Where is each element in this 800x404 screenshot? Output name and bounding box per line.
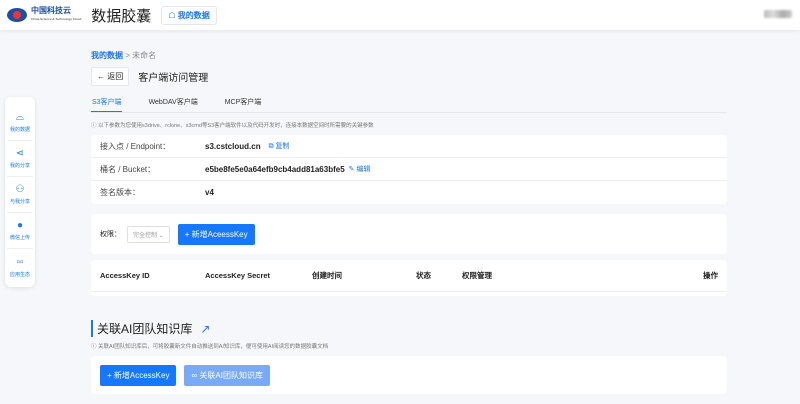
apps-icon: ▫▫ xyxy=(16,256,24,268)
sidebar: ⌓ 我的数据 ⋖ 我的分享 ⚇ 与我分享 ● 微信上传 ▫▫ 应用生态 xyxy=(5,97,35,287)
ai-section-title: 关联AI团队知识库 ↗ xyxy=(91,320,727,337)
back-button[interactable]: ← 返回 xyxy=(91,67,130,86)
user-avatar[interactable] xyxy=(764,10,792,18)
breadcrumb: 我的数据 > 未命名 xyxy=(91,51,157,60)
page-title: 客户端访问管理 xyxy=(138,73,209,84)
logo-mark xyxy=(7,8,27,22)
drive-icon: ⌓ xyxy=(16,112,24,123)
tab-mcp[interactable]: MCP客户端 xyxy=(224,97,262,112)
params-card: 接入点 / Endpoint： s3.cstcloud.cn ⧉ 复制 桶名 / B… xyxy=(91,135,727,204)
my-data-button[interactable]: ☖ 我的数据 xyxy=(161,5,217,25)
add-accesskey-button[interactable]: + 新增AceessKey xyxy=(177,223,255,245)
copy-button[interactable]: ⧉ 复制 xyxy=(269,141,290,151)
top-header: 中国科技云 China Science & Technology Cloud 数据… xyxy=(0,0,800,30)
table-header: AccessKey ID AccessKey Secret 创建时间 状态 权限… xyxy=(91,260,727,292)
permission-bar: 权限： 完全控制 ⌄ + 新增AceessKey xyxy=(91,214,727,254)
main-content: 我的数据 > 未命名 ← 返回 客户端访问管理 S3客户端 WebDAV客户端 … xyxy=(91,50,727,394)
sidebar-item-shared-with-me[interactable]: ⚇ 与我分享 xyxy=(7,177,33,213)
ai-actions: + 新增AccessKey ∞ 关联AI团队知识库 xyxy=(91,356,727,394)
app-title: 数据胶囊 xyxy=(91,7,152,25)
wechat-icon: ● xyxy=(16,220,24,231)
permission-select[interactable]: 完全控制 ⌄ xyxy=(127,225,170,243)
sidebar-item-wechat-upload[interactable]: ● 微信上传 xyxy=(7,213,33,249)
users-icon: ⚇ xyxy=(15,184,25,195)
info-note: ⓘ 以下参数为您使用s3drive、rclone、s3cmd等S3客户端软件以及… xyxy=(91,123,374,129)
breadcrumb-root[interactable]: 我的数据 xyxy=(91,51,123,60)
link-ai-knowledge-button[interactable]: ∞ 关联AI团队知识库 xyxy=(184,364,270,386)
tab-s3[interactable]: S3客户端 xyxy=(91,97,122,112)
share-icon: ⋖ xyxy=(15,148,25,159)
ai-note: ⓘ 关联AI团队知识库后，可将胶囊新文件自动推送到AI知识库，便可使用AI阅读您… xyxy=(91,344,329,350)
signature-row: 签名版本： v4 xyxy=(100,188,214,197)
endpoint-row: 接入点 / Endpoint： s3.cstcloud.cn ⧉ 复制 xyxy=(91,135,727,158)
client-tabs: S3客户端 WebDAV客户端 MCP客户端 xyxy=(91,97,727,113)
sidebar-item-my-data[interactable]: ⌓ 我的数据 xyxy=(7,105,33,141)
accesskey-table: AccessKey ID AccessKey Secret 创建时间 状态 权限… xyxy=(91,260,727,296)
logo[interactable]: 中国科技云 China Science & Technology Cloud xyxy=(7,7,81,23)
edit-button[interactable]: ✎ 编辑 xyxy=(349,164,371,174)
bucket-row: 桶名 / Bucket： e5be8fe5e0a64efb9cb4add81a63… xyxy=(91,158,727,181)
logo-text: 中国科技云 China Science & Technology Cloud xyxy=(31,6,82,22)
ai-add-accesskey-button[interactable]: + 新增AccessKey xyxy=(100,364,177,386)
external-link-icon[interactable]: ↗ xyxy=(200,322,210,336)
tab-webdav[interactable]: WebDAV客户端 xyxy=(148,97,198,112)
sidebar-item-apps[interactable]: ▫▫ 应用生态 xyxy=(7,249,33,285)
sidebar-item-my-share[interactable]: ⋖ 我的分享 xyxy=(7,141,33,177)
